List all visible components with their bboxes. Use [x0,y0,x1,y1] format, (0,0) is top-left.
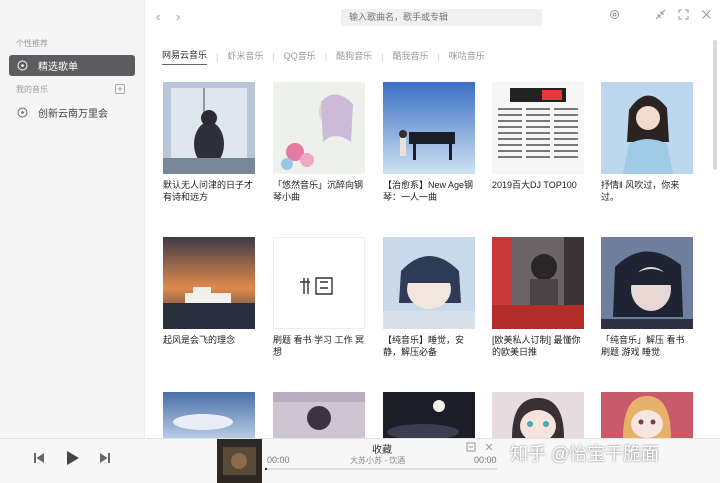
tab-kugou[interactable]: 酷狗音乐 [336,49,372,65]
playlist-title[interactable]: 「纯音乐」解压 看书 刷题 游戏 睡觉 [601,334,693,358]
settings-gear-icon[interactable] [609,9,620,23]
back-arrow-icon[interactable]: ‹ [156,9,160,24]
disc-icon [17,107,28,118]
search-input[interactable] [341,9,542,26]
playlist-cover[interactable] [383,82,475,174]
tab-migu[interactable]: 咪咕音乐 [449,49,485,65]
song-title: 收藏 [372,445,392,456]
playlist-cover[interactable] [492,392,584,438]
playlist-card[interactable]: [欧美私人订制] 最懂你的欧美日推 [492,237,584,358]
playlist-cover[interactable] [163,237,255,329]
playlist-cover[interactable] [273,237,365,329]
playlist-card[interactable]: 【纯音乐】睡觉，安静，解压必备 [383,237,475,358]
playlist-cover[interactable] [492,237,584,329]
playlist-title[interactable]: 起风是会飞的理念 [163,334,255,358]
playlist-title[interactable]: [欧美私人订制] 最懂你的欧美日推 [492,334,584,358]
playlist-title[interactable]: 【纯音乐】睡觉，安静，解压必备 [383,334,475,358]
playlist-cover[interactable] [601,392,693,438]
sidebar-item-label: 创新云南万里会 [38,109,108,120]
lyrics-icon[interactable] [466,442,476,454]
watermark-text: 知乎 @怡宝干脆面 [510,444,660,464]
top-bar: ‹ › [145,0,720,34]
current-album-cover[interactable] [217,439,262,483]
fullscreen-icon[interactable] [678,9,689,23]
next-track-icon[interactable] [98,451,112,468]
current-time: 00:00 [267,455,290,465]
song-artist: 大苏小苏 - 饮酒 [350,456,406,465]
sidebar-item-label: 精选歌单 [38,62,78,73]
content-scrollbar[interactable] [713,40,717,170]
sidebar-item-my-playlist[interactable]: 创新云南万里会 [9,102,135,123]
sidebar-item-featured-playlists[interactable]: 精选歌单 [9,55,135,76]
playlist-card[interactable]: 抒情‖ 风吹过，你来过。 [601,82,693,203]
progress-bar[interactable] [265,468,497,470]
mini-mode-icon[interactable] [655,9,666,23]
source-tabs: 网易云音乐 | 虾米音乐 | QQ音乐 | 酷狗音乐 | 酷我音乐 | 咪咕音乐 [162,48,485,65]
progress-fill [265,468,268,470]
playlist-card[interactable] [601,392,693,438]
playlist-cover[interactable] [163,82,255,174]
play-icon[interactable] [64,450,80,469]
total-time: 00:00 [474,455,497,465]
playlist-cover[interactable] [492,82,584,174]
tab-qq[interactable]: QQ音乐 [284,49,316,65]
close-player-icon[interactable] [484,442,494,454]
playlist-title[interactable]: 「悠然音乐」沉醉向钢琴小曲 [273,179,365,203]
playlist-cover[interactable] [383,392,475,438]
playlist-cover[interactable] [383,237,475,329]
playlist-cover[interactable] [601,82,693,174]
playlist-cover[interactable] [273,392,365,438]
playlist-card[interactable]: 「纯音乐」解压 看书 刷题 游戏 睡觉 [601,237,693,358]
sidebar-section-recommend: 个性推荐 [16,39,48,48]
playlist-card[interactable]: 【治愈系】New Age钢琴：一人一曲 [383,82,475,203]
disc-icon [17,60,28,71]
previous-track-icon[interactable] [32,451,46,468]
playlist-title[interactable]: 抒情‖ 风吹过，你来过。 [601,179,693,203]
playlist-card[interactable]: 默认无人问津的日子才有诗和远方 [163,82,255,203]
playlist-card[interactable]: 刷题 看书 学习 工作 冥想 [273,237,365,358]
playlist-title[interactable]: 默认无人问津的日子才有诗和远方 [163,179,255,203]
playlist-cover[interactable] [163,392,255,438]
playlist-card[interactable] [273,392,365,438]
playlist-cover[interactable] [601,237,693,329]
sidebar-section-my-music: 我的音乐 [16,85,48,94]
playlist-card[interactable]: 2019百大DJ TOP100 [492,82,584,203]
tab-xiami[interactable]: 虾米音乐 [227,49,263,65]
playlist-cover[interactable] [273,82,365,174]
playlist-card[interactable] [383,392,475,438]
playlist-card[interactable] [492,392,584,438]
tab-netease[interactable]: 网易云音乐 [162,48,208,65]
playlist-title[interactable]: 刷题 看书 学习 工作 冥想 [273,334,365,358]
forward-arrow-icon[interactable]: › [176,9,180,24]
add-playlist-button[interactable]: + [115,84,125,94]
tab-kuwo[interactable]: 酷我音乐 [392,49,428,65]
playlist-title[interactable]: 【治愈系】New Age钢琴：一人一曲 [383,179,475,203]
playlist-card[interactable]: 「悠然音乐」沉醉向钢琴小曲 [273,82,365,203]
sidebar: 个性推荐 精选歌单 我的音乐 + 创新云南万里会 [0,0,145,438]
playlist-card[interactable] [163,392,255,438]
close-icon[interactable] [701,9,712,23]
playlist-card[interactable]: 起风是会飞的理念 [163,237,255,358]
playlist-title[interactable]: 2019百大DJ TOP100 [492,179,584,203]
